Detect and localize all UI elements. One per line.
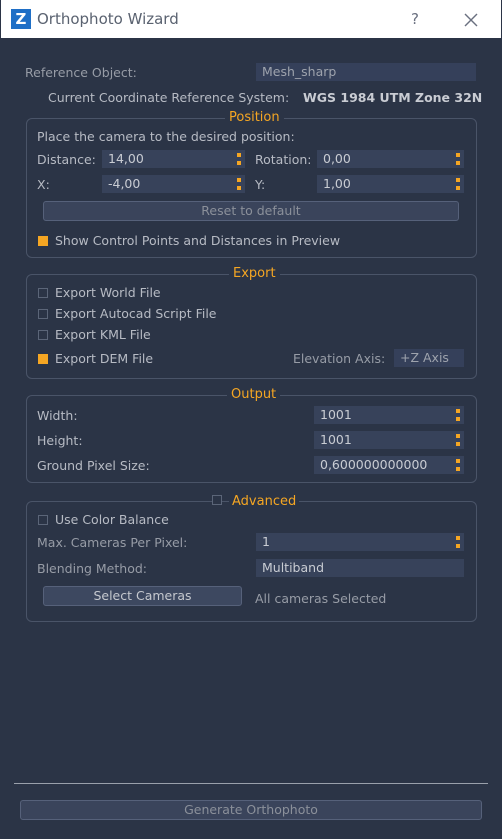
orthophoto-wizard-dialog: { "window": { "app_icon_letter": "Z", "t…	[0, 0, 502, 839]
distance-spin-icon[interactable]	[237, 152, 241, 166]
x-spinbox[interactable]: -4,00	[102, 175, 245, 193]
max-cameras-label: Max. Cameras Per Pixel:	[37, 535, 188, 550]
height-spinbox[interactable]: 1001	[314, 431, 464, 449]
height-spin-icon[interactable]	[456, 433, 460, 447]
blending-method-label: Blending Method:	[37, 561, 147, 576]
generate-orthophoto-button[interactable]: Generate Orthophoto	[20, 800, 482, 820]
close-button[interactable]	[459, 8, 483, 32]
rotation-label: Rotation:	[255, 152, 312, 167]
export-world-file-checkbox[interactable]	[38, 288, 48, 298]
position-instruction: Place the camera to the desired position…	[37, 129, 295, 144]
use-color-balance-checkbox[interactable]	[38, 515, 48, 525]
position-group-title: Position	[225, 110, 284, 125]
ground-pixel-size-value: 0,600000000000	[320, 457, 428, 472]
help-button[interactable]: ?	[405, 9, 425, 29]
y-spin-icon[interactable]	[456, 177, 460, 191]
ground-pixel-size-label: Ground Pixel Size:	[37, 458, 150, 473]
crs-label: Current Coordinate Reference System:	[48, 90, 290, 105]
ground-pixel-size-spinbox[interactable]: 0,600000000000	[314, 456, 464, 474]
max-cameras-value: 1	[262, 534, 270, 549]
width-spin-icon[interactable]	[456, 408, 460, 422]
close-icon	[464, 13, 478, 27]
width-label: Width:	[37, 408, 78, 423]
y-spinbox[interactable]: 1,00	[317, 175, 464, 193]
app-logo-icon: Z	[11, 9, 31, 29]
height-label: Height:	[37, 433, 83, 448]
title-bar: Z Orthophoto Wizard ?	[0, 0, 502, 38]
use-color-balance-label: Use Color Balance	[55, 512, 169, 527]
distance-value: 14,00	[108, 151, 144, 166]
export-dem-checkbox[interactable]	[38, 354, 48, 364]
export-kml-label: Export KML File	[55, 327, 151, 342]
blending-method-select[interactable]: Multiband	[256, 559, 464, 577]
y-label: Y:	[255, 177, 266, 192]
export-autocad-checkbox[interactable]	[38, 309, 48, 319]
height-value: 1001	[320, 432, 352, 447]
advanced-toggle-checkbox[interactable]	[212, 495, 222, 505]
cameras-status-text: All cameras Selected	[255, 591, 387, 606]
distance-label: Distance:	[37, 152, 96, 167]
rotation-value: 0,00	[323, 151, 351, 166]
output-group-title: Output	[227, 387, 281, 402]
reference-object-label: Reference Object:	[25, 65, 137, 80]
show-control-points-checkbox[interactable]	[38, 236, 48, 246]
x-label: X:	[37, 177, 50, 192]
crs-value: WGS 1984 UTM Zone 32N	[303, 90, 483, 105]
window-title: Orthophoto Wizard	[37, 10, 179, 28]
export-group-title: Export	[229, 266, 280, 281]
max-cameras-spinbox[interactable]: 1	[256, 533, 464, 551]
distance-spinbox[interactable]: 14,00	[102, 150, 245, 168]
export-world-file-label: Export World File	[55, 285, 161, 300]
width-spinbox[interactable]: 1001	[314, 406, 464, 424]
export-autocad-label: Export Autocad Script File	[55, 306, 217, 321]
elevation-axis-label: Elevation Axis:	[293, 351, 386, 366]
advanced-group-title: Advanced	[229, 494, 300, 509]
reset-to-default-button[interactable]: Reset to default	[43, 201, 459, 221]
export-dem-label: Export DEM File	[55, 351, 154, 366]
rotation-spinbox[interactable]: 0,00	[317, 150, 464, 168]
y-value: 1,00	[323, 176, 351, 191]
rotation-spin-icon[interactable]	[456, 152, 460, 166]
select-cameras-button[interactable]: Select Cameras	[43, 586, 242, 606]
divider	[14, 783, 488, 784]
export-kml-checkbox[interactable]	[38, 330, 48, 340]
show-control-points-label: Show Control Points and Distances in Pre…	[55, 233, 341, 248]
x-value: -4,00	[108, 176, 141, 191]
ground-pixel-size-spin-icon[interactable]	[456, 458, 460, 472]
max-cameras-spin-icon[interactable]	[456, 535, 460, 549]
width-value: 1001	[320, 407, 352, 422]
x-spin-icon[interactable]	[237, 177, 241, 191]
reference-object-field: Mesh_sharp	[256, 63, 476, 81]
elevation-axis-select[interactable]: +Z Axis	[394, 349, 464, 367]
